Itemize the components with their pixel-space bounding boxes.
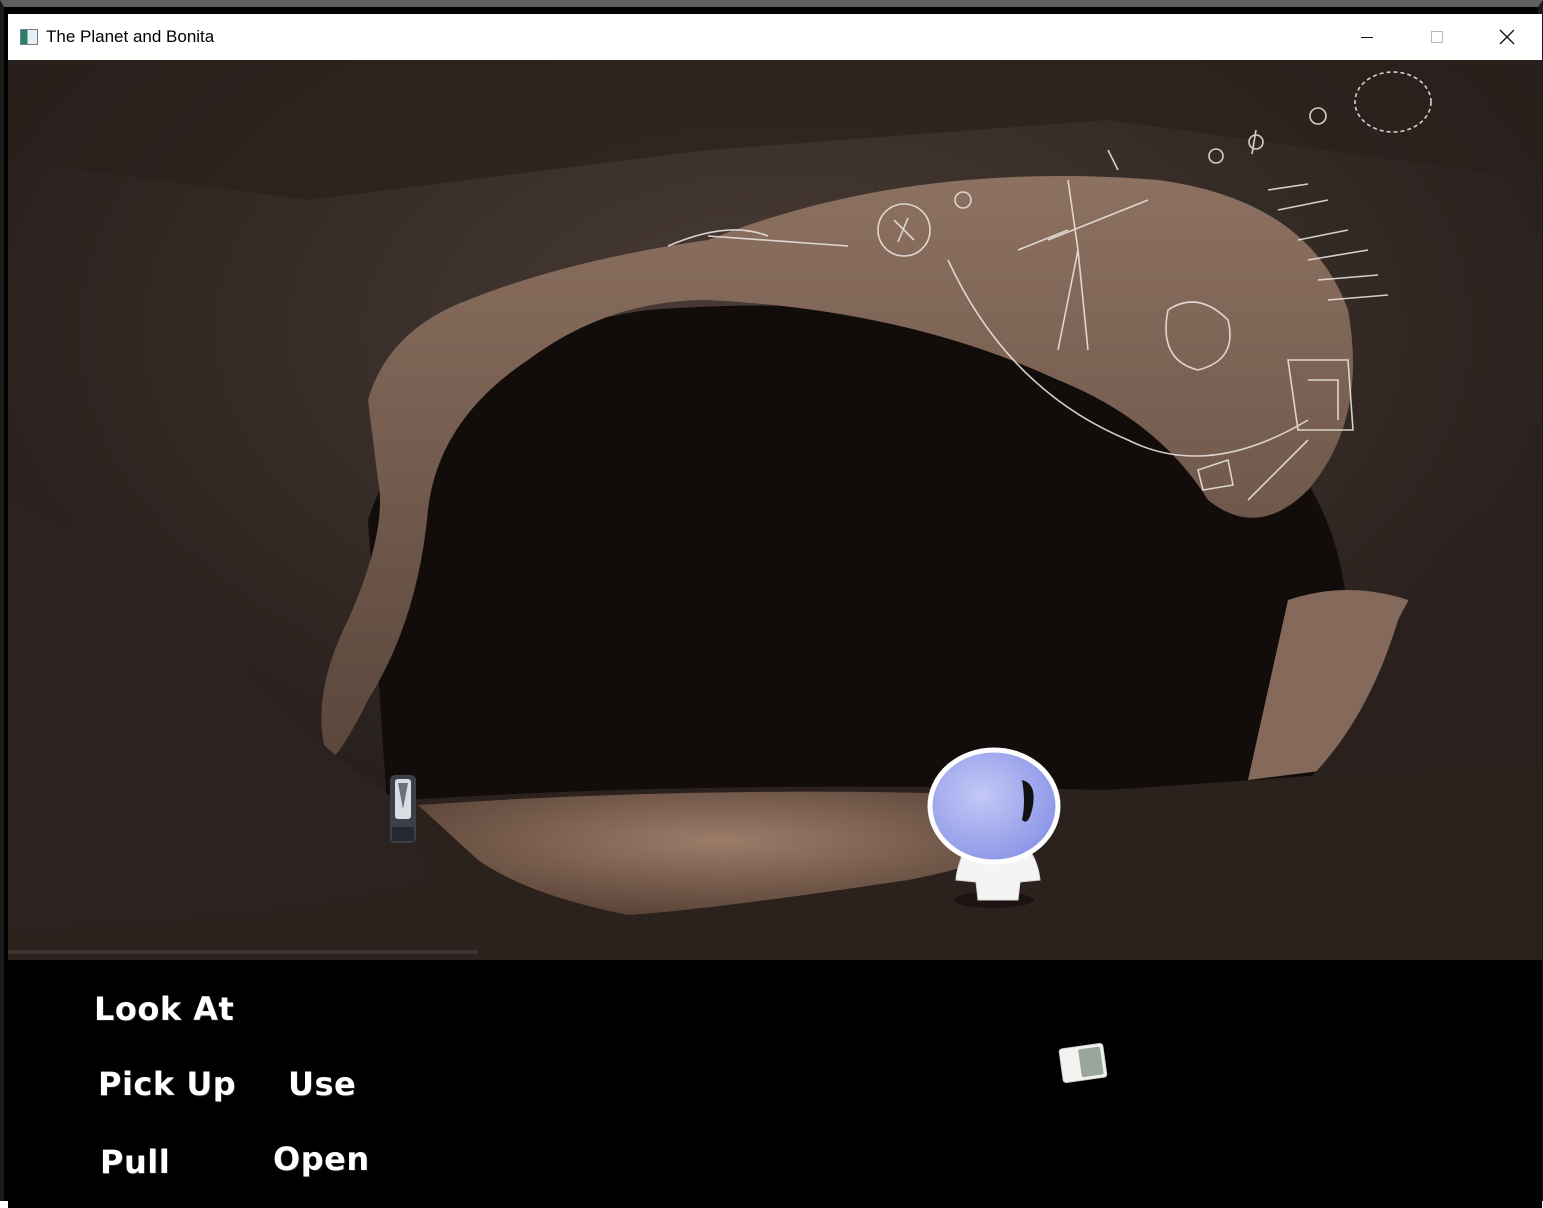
verb-pick-up[interactable]: Pick Up (98, 1065, 236, 1103)
maximize-button[interactable] (1402, 14, 1472, 60)
verb-open[interactable]: Open (273, 1140, 370, 1178)
flashlight (390, 775, 416, 843)
app-window-icon (20, 29, 38, 45)
verb-panel: Look At Pick Up Use Pull Open (8, 960, 1542, 1208)
verb-look-at[interactable]: Look At (94, 990, 234, 1028)
verb-use[interactable]: Use (288, 1065, 356, 1103)
title-bar[interactable]: The Planet and Bonita (8, 14, 1542, 60)
maximize-icon (1431, 31, 1443, 43)
note-paper-icon[interactable] (1058, 1042, 1109, 1084)
game-scene[interactable] (8, 60, 1542, 960)
game-window: The Planet and Bonita Look At Pick Up Us… (0, 0, 1543, 1208)
minimize-icon (1361, 36, 1373, 38)
close-icon (1499, 29, 1515, 45)
minimize-button[interactable] (1332, 14, 1402, 60)
verb-pull[interactable]: Pull (100, 1143, 170, 1181)
cave-background (8, 60, 1542, 960)
close-button[interactable] (1472, 14, 1542, 60)
window-title: The Planet and Bonita (46, 27, 215, 46)
